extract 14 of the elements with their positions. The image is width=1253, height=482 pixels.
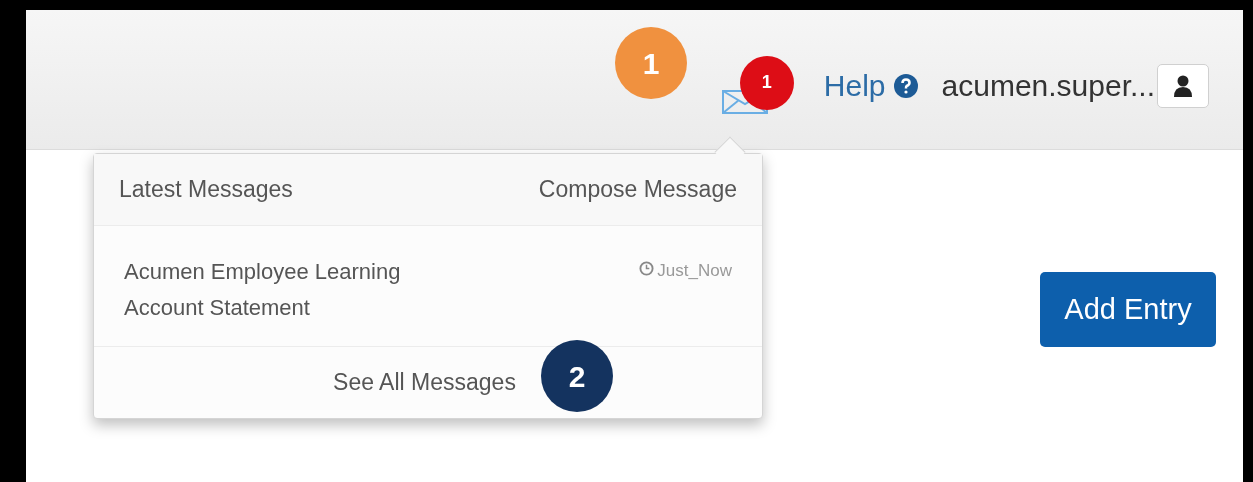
clock-icon: [639, 261, 655, 276]
menu-title: Latest Messages: [119, 175, 293, 205]
message-time: Just_Now: [657, 260, 732, 282]
username: acumen.super...: [941, 68, 1155, 104]
user-icon: [1174, 74, 1192, 97]
user-menu-button[interactable]: [1157, 63, 1209, 108]
unread-count-badge: 1: [739, 55, 794, 110]
help-icon: [893, 73, 918, 98]
add-entry-button[interactable]: Add Entry: [1040, 272, 1216, 347]
messages-button[interactable]: 1: [721, 55, 794, 116]
help-link[interactable]: Help: [823, 63, 918, 108]
see-all-messages-link[interactable]: See All Messages: [333, 365, 516, 400]
compose-message-link[interactable]: Compose Message: [538, 172, 737, 207]
message-subject: Acumen Employee Learning Account Statement: [124, 258, 402, 322]
